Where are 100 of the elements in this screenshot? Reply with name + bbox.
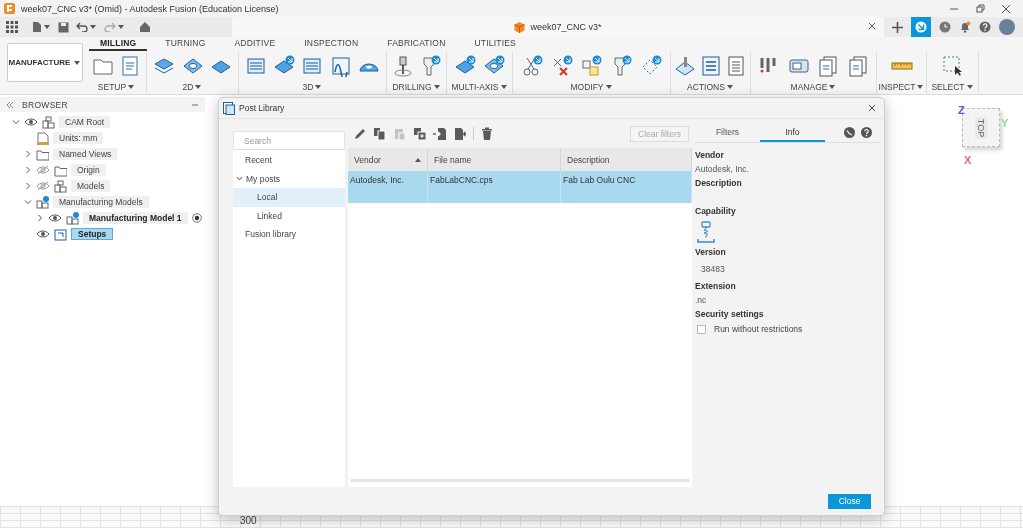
library-nav-item[interactable]: Fusion library bbox=[233, 225, 345, 244]
checkbox-label[interactable]: Run without restrictions bbox=[714, 324, 803, 334]
info-label: Extension bbox=[695, 280, 737, 293]
group-menu[interactable]: MODIFY bbox=[570, 82, 613, 92]
trash-icon[interactable] bbox=[481, 127, 494, 140]
mill-icon bbox=[695, 221, 717, 243]
caret-icon bbox=[43, 23, 51, 31]
group-menu[interactable]: SELECT bbox=[931, 82, 974, 92]
table-row[interactable]: Autodesk, Inc. FabLabCNC.cps Fab Lab Oulu CNC bbox=[348, 171, 692, 203]
tree-item[interactable]: CAM Root bbox=[59, 116, 111, 128]
simulate-icon[interactable] bbox=[674, 54, 697, 77]
ribbon-tab[interactable]: FABRICATION bbox=[376, 37, 457, 51]
help-icon[interactable] bbox=[861, 126, 872, 138]
copy-icon[interactable] bbox=[373, 127, 386, 140]
ribbon-tab[interactable]: MILLING bbox=[89, 37, 148, 51]
close-icon[interactable] bbox=[868, 104, 876, 112]
chevron-down-icon[interactable] bbox=[236, 175, 243, 183]
post-document-icon bbox=[223, 101, 235, 115]
hidden-eye-icon[interactable] bbox=[36, 165, 50, 175]
group-menu[interactable]: ACTIONS bbox=[687, 82, 734, 92]
hidden-eye-icon[interactable] bbox=[36, 181, 50, 191]
component-icon bbox=[42, 115, 55, 129]
tree-item[interactable]: Named Views bbox=[53, 148, 118, 160]
manufacturing-model-icon bbox=[66, 211, 79, 225]
info-label: Capability bbox=[695, 205, 737, 218]
library-nav-item[interactable]: Recent bbox=[233, 151, 345, 170]
cube-icon bbox=[514, 21, 526, 33]
documents-icon[interactable] bbox=[846, 54, 869, 77]
pencil-icon[interactable] bbox=[353, 127, 366, 140]
undo-icon[interactable] bbox=[76, 22, 88, 32]
active-radio-icon[interactable] bbox=[191, 213, 202, 223]
dashed-diamond-icon[interactable] bbox=[640, 54, 663, 77]
ribbon-tab[interactable]: INSPECTION bbox=[293, 37, 370, 51]
browser-title: BROWSER bbox=[22, 99, 69, 110]
tree-item[interactable]: Manufacturing Model 1 bbox=[83, 212, 188, 224]
group-menu[interactable]: MULTI-AXIS bbox=[451, 82, 508, 92]
library-nav-item[interactable]: Linked bbox=[233, 206, 345, 225]
code-sheet-icon[interactable] bbox=[699, 54, 722, 77]
plus-icon[interactable] bbox=[892, 21, 903, 33]
tree-item[interactable]: Setups bbox=[71, 228, 114, 240]
search-field[interactable]: Search bbox=[233, 131, 345, 150]
file-icon[interactable] bbox=[32, 21, 42, 33]
collapse-panel-icon[interactable] bbox=[6, 100, 14, 109]
caret-icon bbox=[194, 83, 203, 91]
info-value: Autodesk, Inc. bbox=[695, 163, 750, 176]
ribbon-tab[interactable]: TURNING bbox=[154, 37, 217, 51]
library-nav-item[interactable]: My posts bbox=[233, 169, 345, 188]
select-icon[interactable] bbox=[941, 54, 964, 77]
export-icon[interactable] bbox=[453, 127, 466, 140]
eye-icon[interactable] bbox=[24, 117, 38, 127]
avatar[interactable] bbox=[999, 19, 1015, 35]
duplicate-icon[interactable] bbox=[413, 127, 426, 140]
caret-icon bbox=[314, 83, 323, 91]
group-menu[interactable]: 2D bbox=[182, 82, 203, 92]
library-nav-item[interactable]: Local bbox=[233, 188, 345, 207]
view-cube-face[interactable]: TOP bbox=[975, 116, 987, 139]
caret-icon bbox=[499, 83, 508, 91]
workspace-dropdown[interactable]: MANUFACTURE bbox=[7, 43, 83, 82]
bell-icon[interactable] bbox=[959, 21, 971, 33]
checkbox[interactable] bbox=[697, 324, 706, 334]
group-menu[interactable]: MANAGE bbox=[790, 82, 837, 92]
panel-tab[interactable]: Filters bbox=[695, 127, 760, 142]
info-value: 38483 bbox=[700, 263, 726, 276]
info-label: Version bbox=[695, 246, 727, 259]
extensions-button[interactable] bbox=[911, 17, 931, 37]
clock-icon[interactable] bbox=[939, 21, 951, 33]
ribbon-tab[interactable]: UTILITIES bbox=[463, 37, 527, 51]
save-icon[interactable] bbox=[58, 21, 69, 33]
info-label: Vendor bbox=[695, 149, 725, 162]
close-icon[interactable] bbox=[1001, 3, 1011, 14]
pattern-icon[interactable] bbox=[580, 54, 603, 77]
tree-item[interactable]: Origin bbox=[71, 164, 106, 176]
panel-tab[interactable]: Info bbox=[760, 127, 825, 142]
tree-item[interactable]: Manufacturing Models bbox=[53, 196, 149, 208]
tree-item[interactable]: Units: mm bbox=[53, 132, 104, 144]
axis-label: X bbox=[964, 154, 972, 166]
help-icon[interactable] bbox=[979, 21, 991, 33]
drill-icon[interactable] bbox=[392, 54, 414, 77]
group-menu[interactable]: 3D bbox=[302, 82, 323, 92]
documents-icon[interactable] bbox=[817, 54, 840, 77]
ribbon-tab[interactable]: ADDITIVE bbox=[223, 37, 287, 51]
document-tab-title[interactable]: week07_CNC v3* bbox=[530, 22, 602, 32]
tree-item[interactable]: Models bbox=[71, 180, 111, 192]
import-icon[interactable] bbox=[433, 127, 446, 140]
manufacturing-model-icon bbox=[36, 195, 49, 209]
restore-icon[interactable] bbox=[975, 3, 985, 14]
table-cell: Autodesk, Inc. bbox=[348, 171, 428, 203]
info-value: .nc bbox=[695, 294, 708, 307]
group-menu[interactable]: SETUP bbox=[97, 82, 136, 92]
eye-icon[interactable] bbox=[48, 213, 62, 223]
caret-icon bbox=[117, 23, 125, 31]
grid-menu-icon[interactable] bbox=[6, 21, 18, 33]
home-icon[interactable] bbox=[139, 21, 151, 33]
group-menu[interactable]: INSPECT bbox=[878, 82, 925, 92]
group-menu[interactable]: DRILLING bbox=[392, 82, 441, 92]
scissors-icon[interactable] bbox=[520, 54, 543, 77]
close-tab-icon[interactable] bbox=[868, 22, 876, 30]
component-icon bbox=[54, 179, 67, 193]
wave-icon[interactable] bbox=[329, 54, 352, 77]
eye-icon[interactable] bbox=[36, 229, 50, 239]
